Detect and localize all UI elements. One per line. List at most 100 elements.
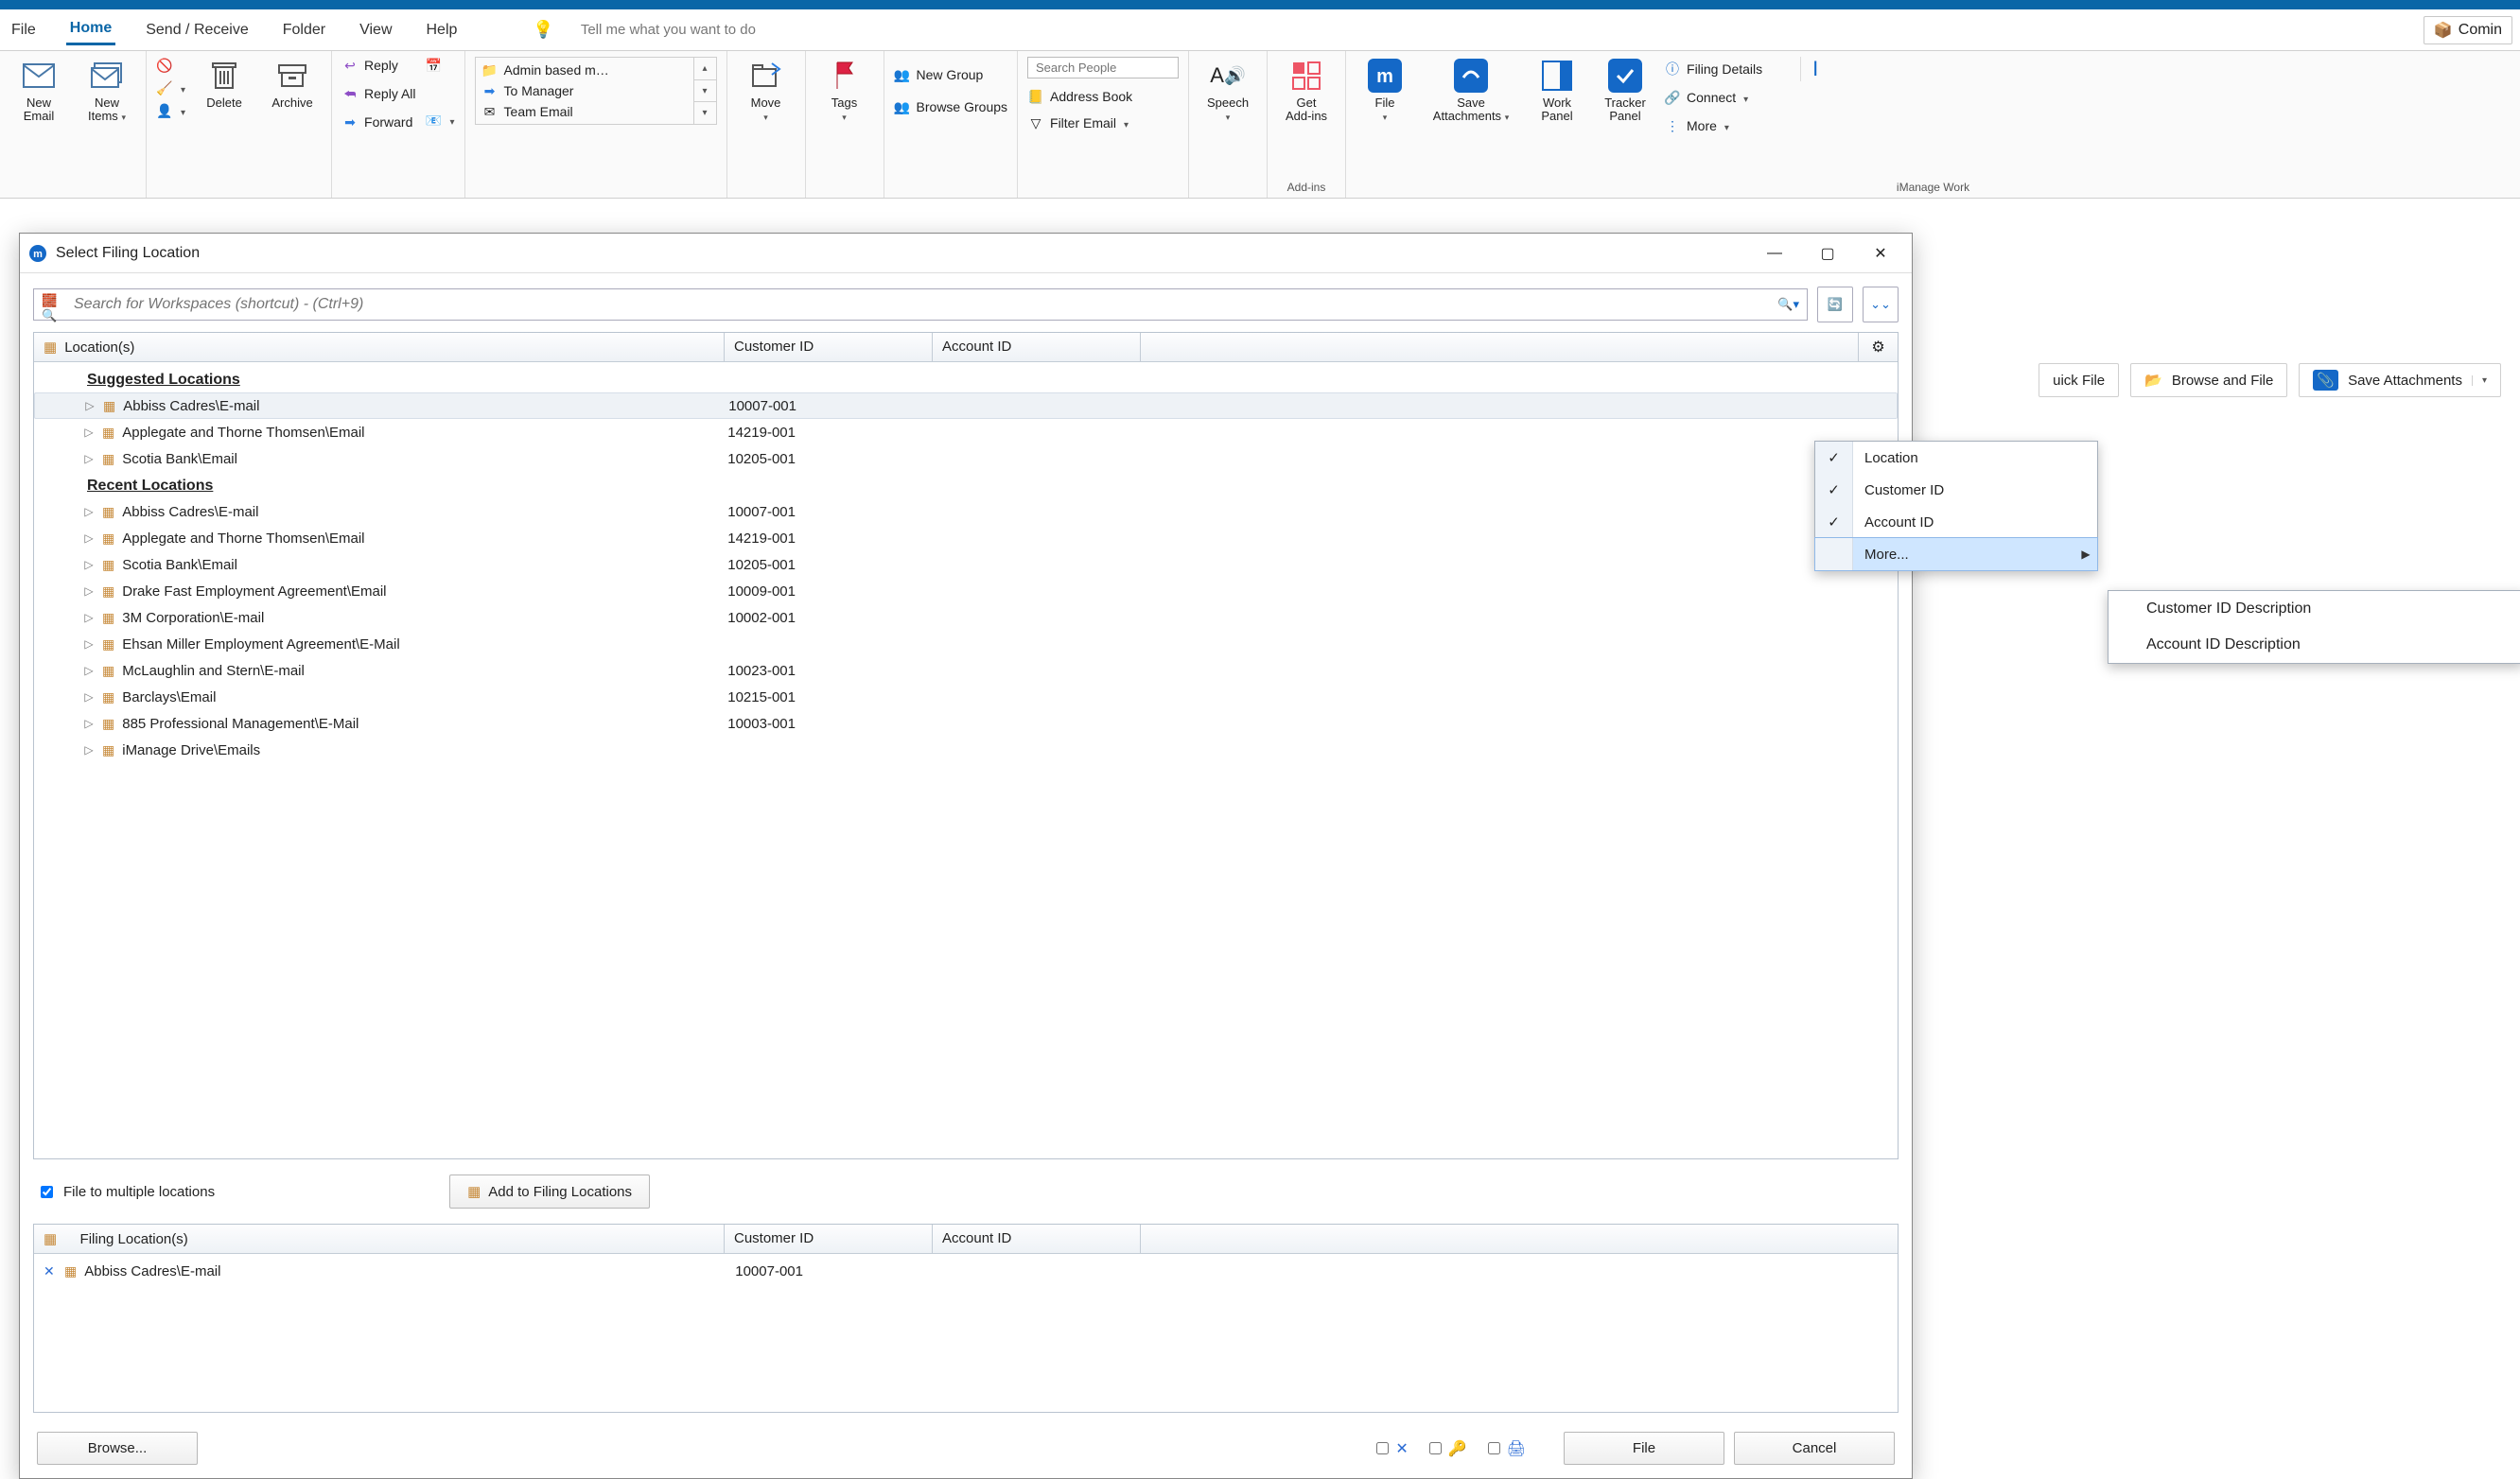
expand-icon[interactable]: ▷ bbox=[76, 584, 102, 598]
speech-button[interactable]: A🔊 Speech▾ bbox=[1199, 57, 1257, 124]
tab-folder[interactable]: Folder bbox=[279, 16, 329, 44]
location-row[interactable]: ▷▦3M Corporation\E-mail10002-001 bbox=[34, 604, 1898, 631]
col-header-locations[interactable]: ▦Location(s) bbox=[34, 333, 725, 361]
columns-menu-item[interactable]: ✓Location bbox=[1815, 442, 2097, 474]
expand-icon[interactable]: ▷ bbox=[76, 743, 102, 757]
browse-groups-button[interactable]: 👥Browse Groups bbox=[894, 98, 1007, 115]
browse-button[interactable]: Browse... bbox=[37, 1432, 198, 1465]
expand-icon[interactable]: ▷ bbox=[76, 426, 102, 439]
toggle-private[interactable]: 🔑 bbox=[1426, 1439, 1467, 1458]
search-scope-icon[interactable]: 🔍▾ bbox=[1777, 297, 1799, 312]
location-row[interactable]: ▷▦Abbiss Cadres\E-mail10007-001 bbox=[34, 498, 1898, 525]
expand-icon[interactable]: ▷ bbox=[76, 452, 102, 465]
tab-home[interactable]: Home bbox=[66, 14, 115, 45]
toggle-print[interactable]: 🖨 bbox=[1484, 1439, 1526, 1458]
location-row[interactable]: ▷▦Barclays\Email10215-001 bbox=[34, 684, 1898, 710]
filing-location-row[interactable]: ✕▦Abbiss Cadres\E-mail10007-001 bbox=[34, 1258, 1898, 1284]
save-attachments-button[interactable]: Save Attachments ▾ bbox=[1424, 57, 1518, 124]
location-row[interactable]: ▷▦iManage Drive\Emails bbox=[34, 737, 1898, 763]
location-row[interactable]: ▷▦Ehsan Miller Employment Agreement\E-Ma… bbox=[34, 631, 1898, 657]
toggle-delete[interactable]: ✕ bbox=[1373, 1439, 1408, 1458]
expand-icon[interactable]: ▷ bbox=[76, 611, 102, 624]
meeting-button[interactable]: 📅 bbox=[426, 57, 455, 74]
reply-all-button[interactable]: ⮪Reply All bbox=[341, 85, 415, 102]
tab-view[interactable]: View bbox=[356, 16, 395, 44]
columns-submenu-item[interactable]: Account ID Description bbox=[2109, 627, 2520, 663]
tell-me-input[interactable]: Tell me what you want to do bbox=[581, 22, 756, 38]
cleanup-button[interactable]: 🧹 bbox=[156, 79, 185, 96]
add-to-filing-locations-button[interactable]: ▦Add to Filing Locations bbox=[449, 1174, 650, 1209]
location-row[interactable]: ▷▦Scotia Bank\Email10205-001 bbox=[34, 445, 1898, 472]
search-box[interactable]: 🧱🔍 🔍▾ bbox=[33, 288, 1808, 321]
new-items-button[interactable]: New Items ▾ bbox=[78, 57, 136, 124]
location-row[interactable]: ▷▦Abbiss Cadres\E-mail10007-001 bbox=[34, 392, 1898, 419]
remove-icon[interactable]: ✕ bbox=[44, 1263, 64, 1279]
location-row[interactable]: ▷▦885 Professional Management\E-Mail1000… bbox=[34, 710, 1898, 737]
tab-send-receive[interactable]: Send / Receive bbox=[142, 16, 253, 44]
filing-details-button[interactable]: ⓘFiling Details bbox=[1664, 61, 1762, 78]
columns-menu-item[interactable]: More...▶ bbox=[1815, 538, 2097, 570]
expand-icon[interactable]: ▷ bbox=[76, 637, 102, 651]
expand-icon[interactable]: ▷ bbox=[76, 531, 102, 545]
columns-menu-item[interactable]: ✓Customer ID bbox=[1815, 474, 2097, 506]
refresh-button[interactable]: 🔄 bbox=[1817, 287, 1853, 322]
expand-icon[interactable]: ▷ bbox=[76, 690, 102, 704]
expand-icon[interactable]: ▷ bbox=[77, 399, 103, 412]
delete-button[interactable]: Delete bbox=[195, 57, 254, 110]
ignore-button[interactable]: 🚫 bbox=[156, 57, 185, 74]
col-header-customer-id[interactable]: Customer ID bbox=[725, 333, 933, 361]
columns-gear-button[interactable]: ⚙ bbox=[1858, 333, 1898, 361]
tab-help[interactable]: Help bbox=[423, 16, 462, 44]
col-header-filing-account-id[interactable]: Account ID bbox=[933, 1225, 1141, 1253]
location-row[interactable]: ▷▦Applegate and Thorne Thomsen\Email1421… bbox=[34, 525, 1898, 551]
move-button[interactable]: Move▾ bbox=[737, 57, 796, 124]
tags-button[interactable]: Tags▾ bbox=[815, 57, 874, 124]
coming-soon-button[interactable]: 📦 Comin bbox=[2424, 16, 2512, 44]
save-attachments-pill[interactable]: 📎Save Attachments▾ bbox=[2299, 363, 2501, 397]
quicksteps-scroll[interactable]: ▴▾▾ bbox=[693, 58, 716, 124]
search-people-input[interactable] bbox=[1027, 57, 1179, 78]
archive-button[interactable]: Archive bbox=[263, 57, 322, 110]
search-input[interactable] bbox=[72, 295, 1770, 314]
connect-button[interactable]: 🔗Connect bbox=[1664, 89, 1762, 106]
columns-menu-item[interactable]: ✓Account ID bbox=[1815, 506, 2097, 538]
columns-submenu-item[interactable]: Customer ID Description bbox=[2109, 591, 2520, 627]
junk-button[interactable]: 👤 bbox=[156, 102, 185, 119]
file-button[interactable]: File bbox=[1564, 1432, 1724, 1465]
location-row[interactable]: ▷▦McLaughlin and Stern\E-mail10023-001 bbox=[34, 657, 1898, 684]
quickstep-team[interactable]: ✉Team Email bbox=[481, 103, 688, 120]
expand-icon[interactable]: ▷ bbox=[76, 664, 102, 677]
col-header-account-id[interactable]: Account ID bbox=[933, 333, 1141, 361]
address-book-button[interactable]: 📒Address Book bbox=[1027, 88, 1179, 105]
tracker-panel-button[interactable]: Tracker Panel bbox=[1596, 57, 1654, 124]
expand-icon[interactable]: ▷ bbox=[76, 505, 102, 518]
location-row[interactable]: ▷▦Drake Fast Employment Agreement\Email1… bbox=[34, 578, 1898, 604]
expand-all-button[interactable]: ⌄⌄ bbox=[1863, 287, 1899, 322]
expand-icon[interactable]: ▷ bbox=[76, 558, 102, 571]
cancel-button[interactable]: Cancel bbox=[1734, 1432, 1895, 1465]
imanage-file-button[interactable]: m File▾ bbox=[1356, 57, 1414, 124]
minimize-button[interactable]: — bbox=[1753, 238, 1796, 269]
get-addins-button[interactable]: Get Add-ins bbox=[1277, 57, 1336, 124]
reply-button[interactable]: ↩Reply bbox=[341, 57, 415, 74]
quick-file-button[interactable]: uick File bbox=[2039, 363, 2119, 397]
location-row[interactable]: ▷▦Scotia Bank\Email10205-001 bbox=[34, 551, 1898, 578]
more-respond-button[interactable]: 📧 bbox=[426, 112, 455, 129]
imanage-more-button[interactable]: ⋮More bbox=[1664, 117, 1762, 134]
quickstep-manager[interactable]: ➡To Manager bbox=[481, 82, 688, 99]
location-row[interactable]: ▷▦Applegate and Thorne Thomsen\Email1421… bbox=[34, 419, 1898, 445]
quickstep-admin[interactable]: 📁Admin based m… bbox=[481, 61, 688, 78]
new-email-button[interactable]: New Email bbox=[9, 57, 68, 124]
col-header-filing-locations[interactable]: ▦ Filing Location(s) bbox=[34, 1225, 725, 1253]
file-multiple-checkbox[interactable]: File to multiple locations bbox=[37, 1183, 215, 1201]
tab-file[interactable]: File bbox=[8, 16, 40, 44]
maximize-button[interactable]: ▢ bbox=[1806, 238, 1849, 269]
expand-icon[interactable]: ▷ bbox=[76, 717, 102, 730]
close-button[interactable]: ✕ bbox=[1859, 238, 1902, 269]
filter-email-button[interactable]: ▽Filter Email bbox=[1027, 114, 1179, 131]
file-multiple-input[interactable] bbox=[41, 1186, 53, 1198]
forward-button[interactable]: ➡Forward bbox=[341, 113, 415, 130]
dialog-titlebar[interactable]: m Select Filing Location — ▢ ✕ bbox=[20, 234, 1912, 273]
browse-and-file-button[interactable]: 📂Browse and File bbox=[2130, 363, 2287, 397]
work-panel-button[interactable]: Work Panel bbox=[1528, 57, 1586, 124]
